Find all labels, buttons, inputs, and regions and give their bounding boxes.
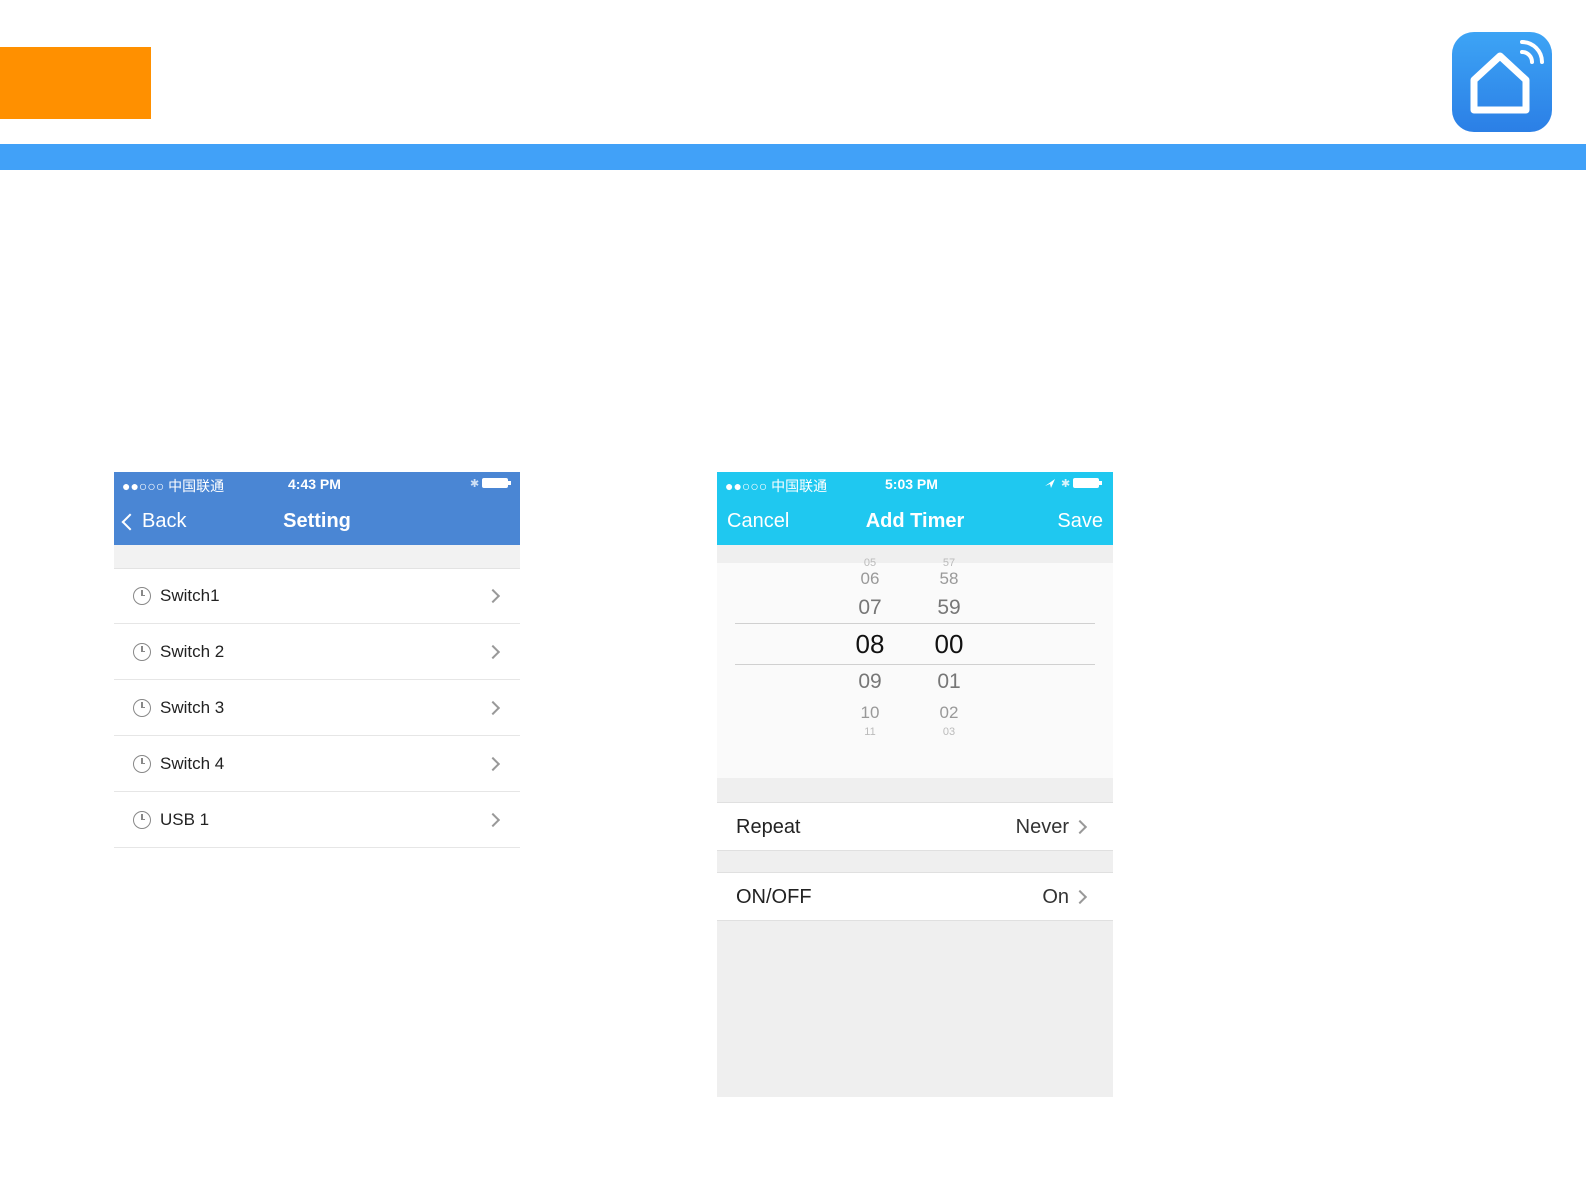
hour-option[interactable]: 11 xyxy=(840,726,900,738)
section-gap xyxy=(114,545,520,569)
switch-list: Switch1 Switch 2 Switch 3 Switch 4 USB 1 xyxy=(114,568,520,848)
setting-screen: ●●○○○ 中国联通 4:43 PM ✱ Back Setting Switch… xyxy=(114,472,520,852)
add-timer-screen: ●●○○○ 中国联通 5:03 PM ✱ Cancel Add Timer Sa… xyxy=(717,472,1113,1097)
status-bar: ●●○○○ 中国联通 4:43 PM ✱ xyxy=(114,472,520,496)
list-item-switch1[interactable]: Switch1 xyxy=(114,568,520,624)
minute-option[interactable]: 59 xyxy=(919,596,979,620)
save-button[interactable]: Save xyxy=(1057,510,1103,533)
orange-accent-block xyxy=(0,47,151,119)
page-title: Setting xyxy=(283,510,351,532)
status-bar: ●●○○○ 中国联通 5:03 PM ✱ xyxy=(717,472,1113,496)
clock-icon xyxy=(133,698,151,717)
picker-selection-line xyxy=(735,623,1095,624)
minute-option[interactable]: 03 xyxy=(919,726,979,738)
svg-text:✱: ✱ xyxy=(1061,478,1070,490)
clock-icon xyxy=(133,810,151,829)
hour-option[interactable]: 07 xyxy=(840,596,900,620)
chevron-right-icon xyxy=(1072,819,1088,834)
time-picker[interactable]: 05 06 07 08 09 10 11 57 58 59 00 01 02 0… xyxy=(717,557,1113,778)
hour-selected[interactable]: 08 xyxy=(840,629,900,660)
minute-selected[interactable]: 00 xyxy=(919,629,979,660)
list-item-label: Switch1 xyxy=(160,585,220,605)
chevron-right-icon xyxy=(1072,889,1088,904)
list-item-label: Switch 3 xyxy=(160,697,225,717)
picker-selection-line xyxy=(735,664,1095,665)
status-time: 4:43 PM xyxy=(288,476,341,492)
repeat-row[interactable]: Repeat Never xyxy=(717,802,1113,851)
minute-option[interactable]: 58 xyxy=(919,569,979,589)
clock-icon xyxy=(133,586,151,605)
setting-nav-bar: ●●○○○ 中国联通 4:43 PM ✱ Back Setting xyxy=(114,472,520,545)
clock-icon xyxy=(133,642,151,661)
list-item-switch3[interactable]: Switch 3 xyxy=(114,680,520,736)
clock-icon xyxy=(133,754,151,773)
battery-icon: ✱ xyxy=(470,476,512,493)
status-time: 5:03 PM xyxy=(885,476,938,492)
list-item-label: USB 1 xyxy=(160,809,210,829)
carrier-text: ●●○○○ 中国联通 xyxy=(725,478,828,494)
chevron-right-icon xyxy=(485,700,501,715)
header-band xyxy=(0,144,1586,170)
smart-home-logo-icon xyxy=(1452,32,1552,132)
list-item-switch2[interactable]: Switch 2 xyxy=(114,624,520,680)
hour-option[interactable]: 06 xyxy=(840,569,900,589)
svg-text:✱: ✱ xyxy=(470,478,479,490)
list-item-switch4[interactable]: Switch 4 xyxy=(114,736,520,792)
minute-option[interactable]: 02 xyxy=(919,703,979,723)
page-title: Add Timer xyxy=(865,510,965,532)
battery-icon: ✱ xyxy=(1043,476,1105,493)
chevron-right-icon xyxy=(485,588,501,603)
repeat-label: Repeat xyxy=(736,816,801,838)
repeat-value: Never xyxy=(1015,816,1069,838)
list-item-usb1[interactable]: USB 1 xyxy=(114,792,520,848)
carrier-text: ●●○○○ 中国联通 xyxy=(122,478,225,494)
list-item-label: Switch 4 xyxy=(160,753,225,773)
onoff-label: ON/OFF xyxy=(736,886,812,908)
chevron-right-icon xyxy=(485,756,501,771)
minute-option[interactable]: 57 xyxy=(919,557,979,569)
chevron-right-icon xyxy=(485,644,501,659)
hour-option[interactable]: 05 xyxy=(840,557,900,569)
hour-option[interactable]: 10 xyxy=(840,703,900,723)
chevron-right-icon xyxy=(485,812,501,827)
onoff-row[interactable]: ON/OFF On xyxy=(717,872,1113,921)
list-item-label: Switch 2 xyxy=(160,641,225,661)
hour-option[interactable]: 09 xyxy=(840,670,900,694)
minute-option[interactable]: 01 xyxy=(919,670,979,694)
onoff-value: On xyxy=(1042,886,1069,908)
timer-nav-bar: ●●○○○ 中国联通 5:03 PM ✱ Cancel Add Timer Sa… xyxy=(717,472,1113,545)
